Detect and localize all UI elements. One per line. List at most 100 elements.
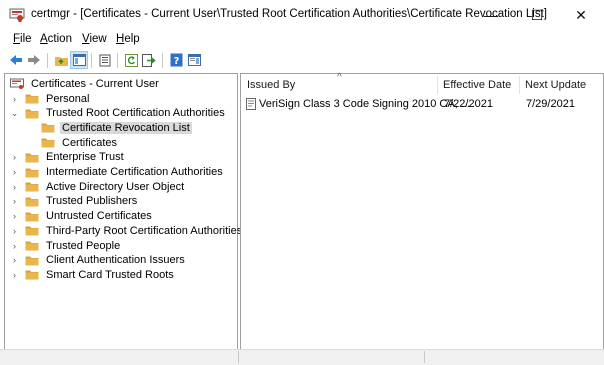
folder-icon: [25, 94, 39, 104]
folder-icon: [25, 226, 39, 236]
title-bar[interactable]: certmgr - [Certificates - Current User\T…: [0, 0, 604, 30]
menu-help[interactable]: Help: [116, 33, 140, 45]
column-divider[interactable]: [437, 76, 438, 94]
column-effective-date-label: Effective Date: [443, 79, 512, 91]
toolbar: ?: [0, 50, 604, 71]
results-list[interactable]: ^ Issued By Effective Date Next Update V…: [240, 72, 604, 350]
chevron-right-icon[interactable]: ›: [10, 241, 19, 251]
certificate-store-icon: [10, 78, 24, 89]
revocation-list-icon: [246, 98, 256, 110]
column-issued-by[interactable]: Issued By: [247, 74, 437, 96]
chevron-right-icon[interactable]: ›: [10, 152, 19, 162]
certmgr-window: certmgr - [Certificates - Current User\T…: [0, 0, 604, 365]
tree-item[interactable]: › Untrusted Certificates: [10, 209, 154, 224]
chevron-right-icon[interactable]: ›: [10, 226, 19, 236]
menu-action[interactable]: Action: [40, 33, 72, 45]
close-button[interactable]: ✕: [558, 0, 604, 30]
tree-item[interactable]: Certificates: [26, 135, 119, 150]
menu-action-label: ction: [47, 33, 72, 45]
tree-item[interactable]: › Trusted People: [10, 238, 122, 253]
tree-item[interactable]: › Active Directory User Object: [10, 179, 186, 194]
refresh-button[interactable]: [122, 51, 140, 69]
chevron-right-icon[interactable]: ›: [10, 182, 19, 192]
minimize-button[interactable]: —: [468, 0, 514, 30]
folder-icon: [25, 182, 39, 192]
svg-text:?: ?: [173, 56, 179, 67]
cell-next-update: 7/29/2021: [526, 98, 575, 110]
chevron-right-icon[interactable]: ›: [10, 255, 19, 265]
tree-item[interactable]: › Personal: [10, 91, 91, 106]
tree-item-label: Active Directory User Object: [46, 180, 185, 193]
back-arrow-icon: [10, 55, 22, 65]
export-list-button[interactable]: [140, 51, 158, 69]
tree-item-label: Certificate Revocation List: [60, 121, 192, 134]
tree-root-label: Certificates - Current User: [31, 77, 159, 90]
status-divider: [424, 351, 425, 363]
tree-item-label: Trusted People: [46, 239, 121, 252]
help-button[interactable]: ?: [167, 51, 185, 69]
folder-icon: [25, 197, 39, 207]
help-pane-icon: [187, 54, 201, 66]
tree-item-label: Trusted Publishers: [46, 195, 138, 208]
tree-root[interactable]: Certificates - Current User: [10, 76, 161, 91]
menu-view[interactable]: View: [82, 33, 107, 45]
forward-arrow-icon: [28, 55, 40, 65]
forward-button[interactable]: [25, 51, 43, 69]
menu-help-label: elp: [124, 33, 140, 45]
show-hide-tree-icon: [72, 54, 86, 66]
column-next-update[interactable]: Next Update: [525, 74, 599, 96]
chevron-right-icon[interactable]: ›: [10, 211, 19, 221]
chevron-right-icon[interactable]: ›: [10, 270, 19, 280]
up-one-level-button[interactable]: [52, 51, 70, 69]
tree-item-label: Third-Party Root Certification Authoriti…: [46, 224, 243, 237]
chevron-right-icon[interactable]: ›: [10, 167, 19, 177]
tree-item-label: Untrusted Certificates: [46, 210, 152, 223]
column-effective-date[interactable]: Effective Date: [443, 74, 519, 96]
up-folder-icon: [54, 56, 68, 66]
folder-icon: [25, 153, 39, 163]
tree-item[interactable]: › Smart Card Trusted Roots: [10, 267, 176, 282]
tree-item-label: Trusted Root Certification Authorities: [46, 107, 225, 120]
chevron-right-icon[interactable]: ›: [10, 196, 19, 206]
toolbar-separator: [47, 53, 48, 68]
tree-item-label: Enterprise Trust: [46, 151, 124, 164]
status-bar: [0, 349, 604, 365]
tree-item[interactable]: ⌄ Trusted Root Certification Authorities: [10, 106, 227, 121]
column-divider[interactable]: [519, 76, 520, 94]
tree-item[interactable]: › Enterprise Trust: [10, 150, 126, 165]
toolbar-separator: [117, 53, 118, 68]
cell-issued-by: VeriSign Class 3 Code Signing 2010 CA, .…: [259, 98, 470, 110]
show-hide-console-tree-button[interactable]: [70, 51, 88, 69]
toolbar-separator: [162, 53, 163, 68]
folder-icon: [41, 138, 55, 148]
tree-item[interactable]: › Client Authentication Issuers: [10, 253, 187, 268]
back-button[interactable]: [7, 51, 25, 69]
folder-icon: [25, 270, 39, 280]
menu-file[interactable]: File: [13, 33, 32, 45]
list-item[interactable]: VeriSign Class 3 Code Signing 2010 CA, .…: [245, 97, 595, 113]
tree-item[interactable]: Certificate Revocation List: [26, 120, 192, 135]
folder-icon: [25, 212, 39, 222]
maximize-button[interactable]: ☐: [514, 0, 560, 30]
certmgr-app-icon: [9, 8, 25, 22]
properties-icon: [99, 54, 111, 66]
menu-view-label: iew: [89, 33, 107, 45]
chevron-right-icon[interactable]: ›: [10, 94, 19, 104]
menu-action-mnemonic: A: [40, 33, 48, 45]
show-action-pane-button[interactable]: [185, 51, 203, 69]
folder-icon: [25, 109, 39, 119]
column-issued-by-label: Issued By: [247, 79, 296, 91]
folder-icon: [25, 256, 39, 266]
chevron-down-icon[interactable]: ⌄: [10, 108, 19, 118]
menu-file-label: ile: [20, 33, 32, 45]
toolbar-separator: [91, 53, 92, 68]
console-tree[interactable]: Certificates - Current User › Personal ⌄ Tr…: [4, 73, 242, 350]
cell-effective-date: 7/22/2021: [444, 98, 493, 110]
properties-button[interactable]: [96, 51, 114, 69]
tree-item[interactable]: › Trusted Publishers: [10, 194, 139, 209]
tree-item[interactable]: › Third-Party Root Certification Authorit…: [10, 223, 244, 238]
tree-item[interactable]: › Intermediate Certification Authorities: [10, 165, 225, 180]
status-divider: [238, 351, 239, 363]
